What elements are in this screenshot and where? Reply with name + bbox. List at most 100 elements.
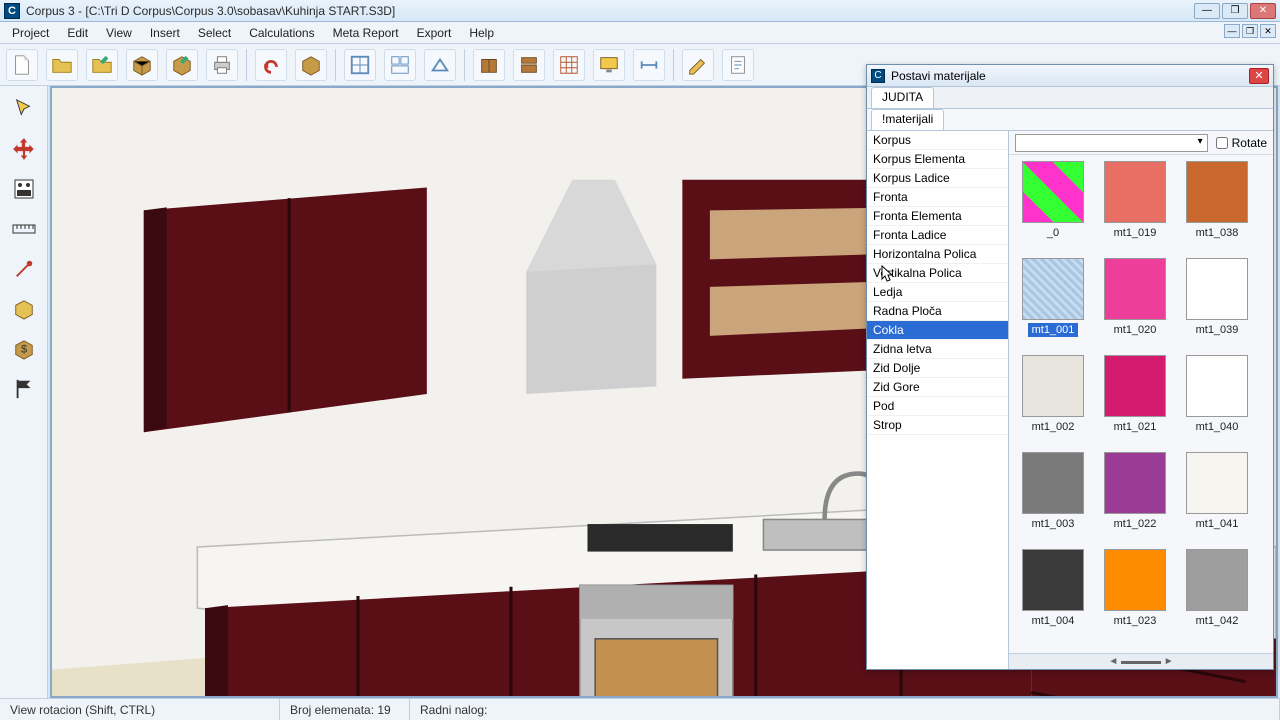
- swatch-label: mt1_020: [1110, 323, 1161, 337]
- material-swatch[interactable]: mt1_002: [1017, 355, 1089, 434]
- material-swatch[interactable]: mt1_042: [1181, 549, 1253, 628]
- move-tool[interactable]: [7, 132, 41, 166]
- material-swatch[interactable]: mt1_019: [1099, 161, 1171, 240]
- undo-button[interactable]: [255, 49, 287, 81]
- cube-tool[interactable]: [7, 292, 41, 326]
- swatch-label: mt1_023: [1110, 614, 1161, 628]
- swatch-label: mt1_042: [1192, 614, 1243, 628]
- dimension-button[interactable]: [633, 49, 665, 81]
- swatch-label: mt1_002: [1028, 420, 1079, 434]
- flag-tool[interactable]: [7, 372, 41, 406]
- category-item[interactable]: Pod: [867, 397, 1008, 416]
- grid-button[interactable]: [553, 49, 585, 81]
- new-file-button[interactable]: [6, 49, 38, 81]
- material-swatch[interactable]: mt1_004: [1017, 549, 1089, 628]
- view2-button[interactable]: [384, 49, 416, 81]
- swatch-panel[interactable]: _0mt1_019mt1_038 mt1_001 mt1_020 mt1_039 mt1…: [1009, 155, 1273, 653]
- material-swatch[interactable]: mt1_003: [1017, 452, 1089, 531]
- category-item[interactable]: Fronta Ladice: [867, 226, 1008, 245]
- category-item[interactable]: Korpus Elementa: [867, 150, 1008, 169]
- swatch-hscrollbar[interactable]: ◄ ▬▬▬▬ ►: [1009, 653, 1273, 669]
- swatch-label: mt1_001: [1028, 323, 1079, 337]
- swatch-preview: [1022, 258, 1084, 320]
- cabinet2-button[interactable]: [513, 49, 545, 81]
- view1-button[interactable]: [344, 49, 376, 81]
- material-swatch[interactable]: mt1_023: [1099, 549, 1171, 628]
- category-item[interactable]: Fronta Elementa: [867, 207, 1008, 226]
- category-item[interactable]: Cokla: [867, 321, 1008, 340]
- save-file-button[interactable]: [86, 49, 118, 81]
- material-swatch[interactable]: _0: [1017, 161, 1089, 240]
- select-tool[interactable]: [7, 92, 41, 126]
- measure-tool[interactable]: [7, 212, 41, 246]
- swatch-label: mt1_040: [1192, 420, 1243, 434]
- rotate-checkbox-wrap[interactable]: Rotate: [1216, 136, 1267, 150]
- material-swatch[interactable]: mt1_020: [1099, 258, 1171, 337]
- category-item[interactable]: Ledja: [867, 283, 1008, 302]
- menu-export[interactable]: Export: [409, 24, 460, 42]
- dialog-titlebar[interactable]: C Postavi materijale ✕: [867, 65, 1273, 87]
- category-item[interactable]: Zidna letva: [867, 340, 1008, 359]
- menu-insert[interactable]: Insert: [142, 24, 188, 42]
- stove-tool[interactable]: [7, 172, 41, 206]
- window-close-button[interactable]: ✕: [1250, 3, 1276, 19]
- material-swatch[interactable]: mt1_038: [1181, 161, 1253, 240]
- materials-dialog[interactable]: C Postavi materijale ✕ JUDITA !materijal…: [866, 64, 1274, 670]
- monitor-button[interactable]: [593, 49, 625, 81]
- menu-bar: Project Edit View Insert Select Calculat…: [0, 22, 1280, 44]
- category-item[interactable]: Korpus: [867, 131, 1008, 150]
- menu-project[interactable]: Project: [4, 24, 57, 42]
- category-item[interactable]: Strop: [867, 416, 1008, 435]
- mouse-cursor-icon: [881, 265, 895, 283]
- category-item[interactable]: Korpus Ladice: [867, 169, 1008, 188]
- box-tool-button[interactable]: [295, 49, 327, 81]
- swatch-preview: [1104, 161, 1166, 223]
- dialog-close-button[interactable]: ✕: [1249, 68, 1269, 84]
- swatch-label: mt1_004: [1028, 614, 1079, 628]
- material-swatch[interactable]: mt1_021: [1099, 355, 1171, 434]
- window-minimize-button[interactable]: —: [1194, 3, 1220, 19]
- category-item[interactable]: Zid Dolje: [867, 359, 1008, 378]
- swatch-label: mt1_041: [1192, 517, 1243, 531]
- material-swatch[interactable]: mt1_041: [1181, 452, 1253, 531]
- material-swatch[interactable]: mt1_039: [1181, 258, 1253, 337]
- material-swatch[interactable]: mt1_040: [1181, 355, 1253, 434]
- menu-metareport[interactable]: Meta Report: [325, 24, 407, 42]
- mdi-restore-button[interactable]: ❐: [1242, 24, 1258, 38]
- dialog-tab-judita[interactable]: JUDITA: [871, 87, 934, 108]
- report-button[interactable]: [722, 49, 754, 81]
- menu-help[interactable]: Help: [461, 24, 502, 42]
- view3-button[interactable]: [424, 49, 456, 81]
- window-maximize-button[interactable]: ❐: [1222, 3, 1248, 19]
- edit-tool-button[interactable]: [682, 49, 714, 81]
- menu-calculations[interactable]: Calculations: [241, 24, 322, 42]
- package2-button[interactable]: [166, 49, 198, 81]
- material-swatch[interactable]: mt1_001: [1017, 258, 1089, 337]
- menu-view[interactable]: View: [98, 24, 140, 42]
- brush-tool[interactable]: [7, 252, 41, 286]
- package-button[interactable]: [126, 49, 158, 81]
- window-title: Corpus 3 - [C:\Tri D Corpus\Corpus 3.0\s…: [26, 4, 1194, 18]
- print-button[interactable]: [206, 49, 238, 81]
- rotate-checkbox[interactable]: [1216, 137, 1228, 149]
- menu-select[interactable]: Select: [190, 24, 239, 42]
- app-icon: C: [4, 3, 20, 19]
- status-bar: View rotacion (Shift, CTRL) Broj elemena…: [0, 698, 1280, 720]
- dialog-tab-materijali[interactable]: !materijali: [871, 109, 944, 130]
- swatch-label: mt1_021: [1110, 420, 1161, 434]
- dialog-title: Postavi materijale: [891, 69, 1249, 83]
- open-file-button[interactable]: [46, 49, 78, 81]
- material-swatch[interactable]: mt1_022: [1099, 452, 1171, 531]
- mdi-close-button[interactable]: ✕: [1260, 24, 1276, 38]
- swatch-preview: [1022, 161, 1084, 223]
- category-item[interactable]: Zid Gore: [867, 378, 1008, 397]
- category-item[interactable]: Horizontalna Polica: [867, 245, 1008, 264]
- category-item[interactable]: Radna Ploča: [867, 302, 1008, 321]
- mdi-minimize-button[interactable]: —: [1224, 24, 1240, 38]
- category-list[interactable]: KorpusKorpus ElementaKorpus LadiceFronta…: [867, 131, 1009, 669]
- money-tool[interactable]: $: [7, 332, 41, 366]
- category-item[interactable]: Fronta: [867, 188, 1008, 207]
- cabinet1-button[interactable]: [473, 49, 505, 81]
- material-filter-combo[interactable]: [1015, 134, 1208, 152]
- menu-edit[interactable]: Edit: [59, 24, 96, 42]
